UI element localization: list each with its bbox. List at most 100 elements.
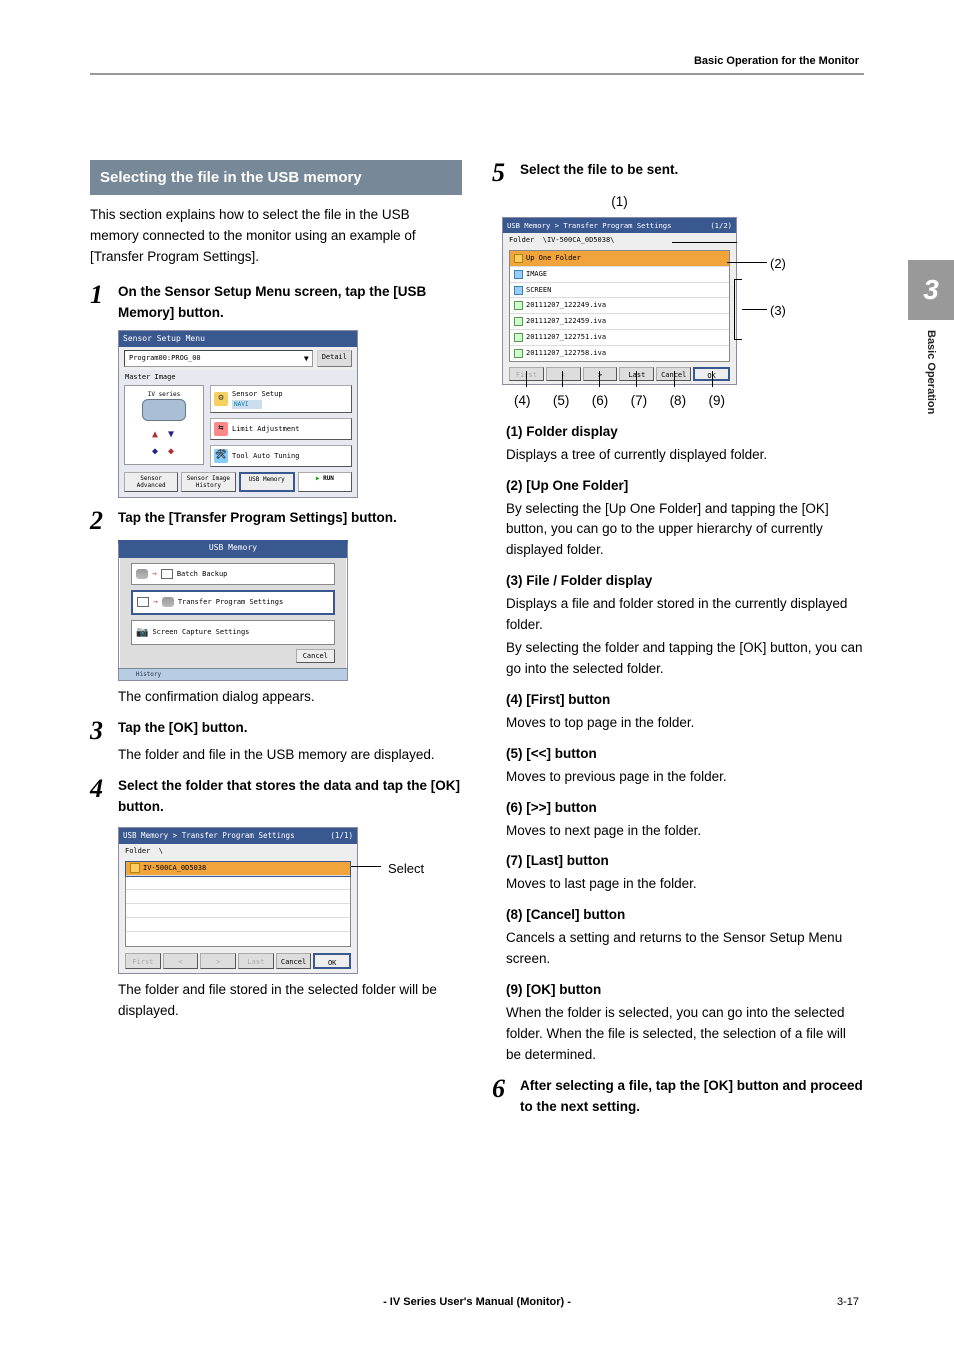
step-5: 5 Select the file to be sent. <box>492 160 864 186</box>
ssA-program-dropdown[interactable]: Program00:PROG_00 <box>124 350 313 367</box>
camera-icon: 📷 <box>136 625 148 641</box>
ssD-image-row[interactable]: IMAGE <box>510 267 729 283</box>
ssD-file4: 20111207_122758.iva <box>526 348 606 359</box>
ssD-file3: 20111207_122751.iva <box>526 332 606 343</box>
ssD-file2: 20111207_122459.iva <box>526 316 606 327</box>
right-column: 5 Select the file to be sent. (1) USB Me… <box>492 160 864 1124</box>
step-4-num: 4 <box>90 776 110 818</box>
ssD-folder-label: Folder <box>509 236 534 244</box>
screenshot-sensor-setup: Sensor Setup Menu Program00:PROG_00 Deta… <box>118 330 358 499</box>
ssC-cancel-button[interactable]: Cancel <box>276 953 312 969</box>
arrows-icon: ▲ ▼ <box>152 427 176 443</box>
anno-6-body: Moves to next page in the folder. <box>506 821 864 842</box>
select-label: Select <box>388 859 424 879</box>
list-item <box>126 876 350 890</box>
box-icon <box>137 597 149 607</box>
ssA-limit-button[interactable]: ⇆ Limit Adjustment <box>210 418 352 440</box>
ssD-title: USB Memory > Transfer Program Settings <box>507 220 671 231</box>
ssD-screen-row[interactable]: SCREEN <box>510 283 729 299</box>
ssD-file-row[interactable]: 20111207_122751.iva <box>510 330 729 346</box>
side-tab-number: 3 <box>908 260 954 320</box>
ssC-next-button[interactable]: > <box>200 953 236 969</box>
anno-1-body: Displays a tree of currently displayed f… <box>506 445 864 466</box>
ssA-setup-label: Sensor Setup <box>232 389 283 400</box>
screenshot-usb-memory: USB Memory → Batch Backup → Transfer Pro… <box>118 540 348 680</box>
gear-icon: ⚙ <box>214 392 228 406</box>
ssB-transfer-label: Transfer Program Settings <box>178 597 283 608</box>
anno-1-head: (1) Folder display <box>506 422 864 443</box>
ssA-sensor-adv-button[interactable]: Sensor Advanced <box>124 472 178 492</box>
anno-2-body: By selecting the [Up One Folder] and tap… <box>506 499 864 562</box>
step-4-sub: The folder and file stored in the select… <box>118 980 462 1022</box>
folder-icon <box>514 270 523 279</box>
ssB-batch-button[interactable]: → Batch Backup <box>131 563 335 585</box>
ssC-last-button[interactable]: Last <box>238 953 274 969</box>
ssD-file-row[interactable]: 20111207_122758.iva <box>510 346 729 361</box>
left-column: Selecting the file in the USB memory Thi… <box>90 160 462 1124</box>
ssD-next-button[interactable]: > <box>583 367 618 381</box>
step-1: 1 On the Sensor Setup Menu screen, tap t… <box>90 282 462 324</box>
page-number: 3-17 <box>837 1296 859 1308</box>
folder-icon <box>514 286 523 295</box>
callout-8: (8) <box>670 391 687 412</box>
sensor-icon <box>142 399 186 421</box>
step-2-text: Tap the [Transfer Program Settings] butt… <box>118 508 462 534</box>
step-2: 2 Tap the [Transfer Program Settings] bu… <box>90 508 462 534</box>
side-tab-label: Basic Operation <box>925 330 937 414</box>
screenshot-folder-select: USB Memory > Transfer Program Settings(1… <box>118 827 358 973</box>
step-3-sub: The folder and file in the USB memory ar… <box>118 745 462 766</box>
ssB-capture-button[interactable]: 📷 Screen Capture Settings <box>131 620 335 646</box>
ssD-row-screen: SCREEN <box>526 285 551 296</box>
anno-3-body: Displays a file and folder stored in the… <box>506 594 864 636</box>
anno-8-head: (8) [Cancel] button <box>506 905 864 926</box>
ssD-file-row[interactable]: 20111207_122249.iva <box>510 298 729 314</box>
step-3-num: 3 <box>90 718 110 766</box>
anno-2-head: (2) [Up One Folder] <box>506 476 864 497</box>
ssD-prev-button[interactable]: < <box>546 367 581 381</box>
step-6-text: After selecting a file, tap the [OK] but… <box>520 1076 864 1118</box>
anno-3-head: (3) File / Folder display <box>506 571 864 592</box>
ssD-up-folder-row[interactable]: Up One Folder <box>510 251 729 267</box>
file-icon <box>514 317 523 326</box>
list-item <box>126 904 350 918</box>
ssD-file-row[interactable]: 20111207_122459.iva <box>510 314 729 330</box>
ssB-title: USB Memory <box>119 542 347 557</box>
anno-7-head: (7) [Last] button <box>506 851 864 872</box>
ssA-sensor-setup-button[interactable]: ⚙ Sensor Setup NAVI <box>210 385 352 413</box>
step-6-num: 6 <box>492 1076 512 1118</box>
list-item <box>126 932 350 946</box>
box-icon <box>161 569 173 579</box>
ssC-first-button[interactable]: First <box>125 953 161 969</box>
ssD-row-up: Up One Folder <box>526 253 581 264</box>
callout-row: (4) (5) (6) (7) (8) (9) <box>502 391 737 412</box>
ssA-tool-button[interactable]: 🛠 Tool Auto Tuning <box>210 445 352 467</box>
step-2-num: 2 <box>90 508 110 534</box>
step-1-text: On the Sensor Setup Menu screen, tap the… <box>118 282 462 324</box>
anno-9-body: When the folder is selected, you can go … <box>506 1003 864 1066</box>
ssD-row-image: IMAGE <box>526 269 547 280</box>
ssA-history-button[interactable]: Sensor Image History <box>181 472 235 492</box>
cylinder-icon <box>136 569 148 579</box>
section-title: Selecting the file in the USB memory <box>90 160 462 195</box>
callout-4: (4) <box>514 391 531 412</box>
step-5-text: Select the file to be sent. <box>520 160 864 186</box>
anno-7-body: Moves to last page in the folder. <box>506 874 864 895</box>
ssA-master-image: IV series ▲ ▼ ◆ ◆ <box>124 385 204 465</box>
ssB-cancel-button[interactable]: Cancel <box>296 649 335 663</box>
ssB-transfer-button[interactable]: → Transfer Program Settings <box>131 590 335 614</box>
anno-8-body: Cancels a setting and returns to the Sen… <box>506 928 864 970</box>
ssC-ok-button[interactable]: OK <box>313 953 351 969</box>
ssA-run-button[interactable]: ▶ RUN <box>298 472 352 492</box>
callout-7: (7) <box>631 391 648 412</box>
callout-6: (6) <box>592 391 609 412</box>
anno-4-body: Moves to top page in the folder. <box>506 713 864 734</box>
ssA-detail-button[interactable]: Detail <box>317 350 352 367</box>
ssC-folder-label: Folder <box>125 847 150 855</box>
ssC-folder-row[interactable]: IV-500CA_0D5038 <box>126 862 350 876</box>
ssA-limit-label: Limit Adjustment <box>232 424 299 435</box>
anno-6-head: (6) [>>] button <box>506 798 864 819</box>
ssA-usb-button[interactable]: USB Memory <box>239 472 295 492</box>
arrow-icon: → <box>153 596 158 608</box>
ssC-prev-button[interactable]: < <box>163 953 199 969</box>
slider-icon: ⇆ <box>214 422 228 436</box>
